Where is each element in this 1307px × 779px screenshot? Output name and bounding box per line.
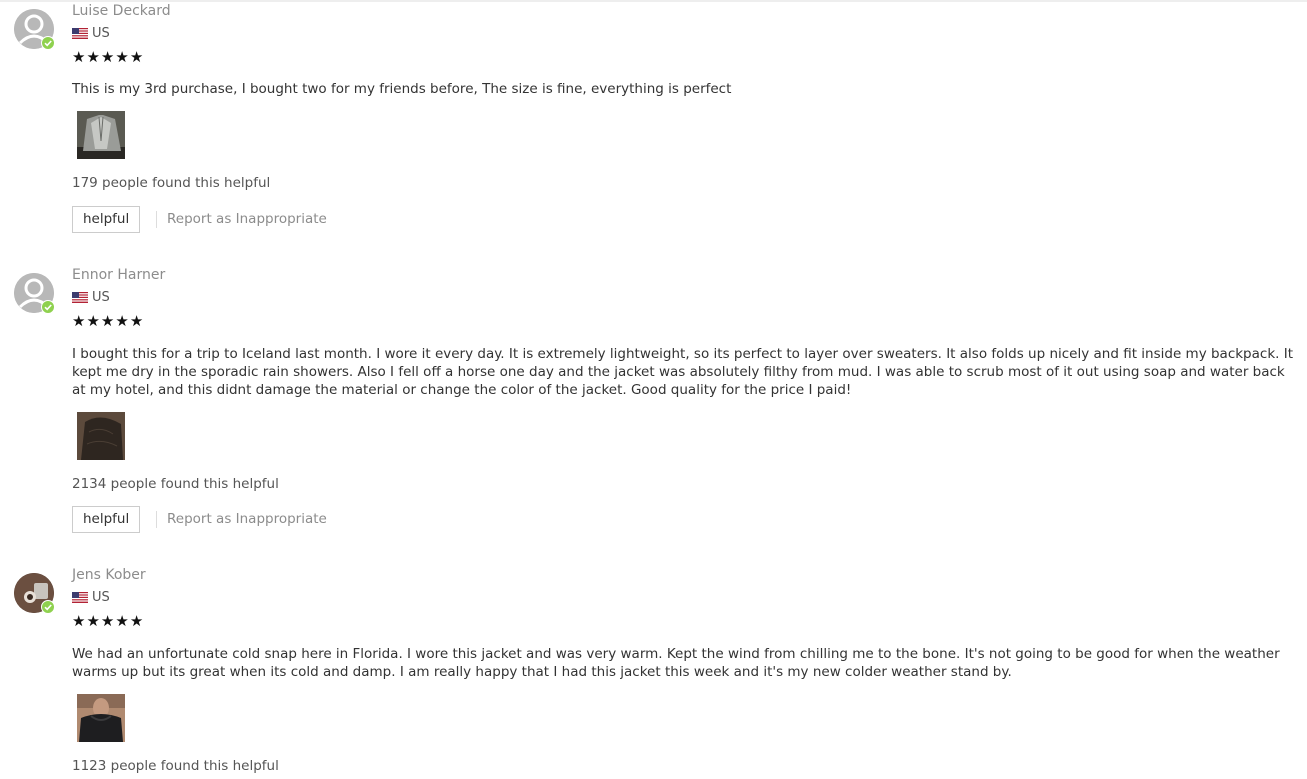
star-icon: ★ — [72, 48, 86, 66]
helpful-count: 179 people found this helpful — [72, 175, 271, 191]
helpful-count: 2134 people found this helpful — [72, 476, 279, 492]
review-photo[interactable] — [77, 694, 125, 742]
us-flag-icon — [72, 591, 88, 603]
report-link[interactable]: Report as Inappropriate — [167, 211, 327, 227]
country-label: US — [92, 25, 110, 41]
reviewer-name: Jens Kober — [72, 567, 146, 583]
verified-check-icon — [41, 600, 55, 614]
star-icon: ★ — [100, 612, 115, 630]
review-text: We had an unfortunate cold snap here in … — [72, 646, 1280, 680]
reviewer-country: US — [72, 289, 110, 305]
reviewer-name: Luise Deckard — [72, 3, 171, 19]
star-icon: ★ — [100, 48, 115, 66]
star-rating: ★ ★ ★ ★ ★ — [72, 313, 143, 329]
helpful-button[interactable]: helpful — [72, 506, 141, 533]
top-divider — [0, 0, 1307, 2]
star-icon: ★ — [115, 612, 129, 630]
star-icon: ★ — [86, 612, 100, 630]
review-text: This is my 3rd purchase, I bought two fo… — [72, 81, 732, 97]
star-rating: ★ ★ ★ ★ ★ — [72, 49, 143, 65]
star-icon: ★ — [115, 312, 129, 330]
country-label: US — [92, 289, 110, 305]
star-icon: ★ — [72, 612, 86, 630]
verified-check-icon — [41, 36, 55, 50]
reviewer-country: US — [72, 25, 110, 41]
star-icon: ★ — [115, 48, 129, 66]
helpful-count: 1123 people found this helpful — [72, 758, 279, 774]
star-icon: ★ — [72, 312, 86, 330]
review-photo[interactable] — [77, 111, 125, 159]
us-flag-icon — [72, 27, 88, 39]
divider — [156, 211, 157, 228]
helpful-button[interactable]: helpful — [72, 206, 141, 233]
divider — [156, 511, 157, 528]
star-icon: ★ — [129, 312, 144, 330]
reviewer-name: Ennor Harner — [72, 267, 166, 283]
country-label: US — [92, 589, 110, 605]
review-photo[interactable] — [77, 412, 125, 460]
review-text: I bought this for a trip to Iceland last… — [72, 346, 1293, 398]
star-icon: ★ — [129, 48, 144, 66]
star-icon: ★ — [100, 312, 115, 330]
star-icon: ★ — [86, 48, 100, 66]
star-icon: ★ — [86, 312, 100, 330]
star-icon: ★ — [129, 612, 144, 630]
report-link[interactable]: Report as Inappropriate — [167, 511, 327, 527]
reviewer-country: US — [72, 589, 110, 605]
verified-check-icon — [41, 300, 55, 314]
star-rating: ★ ★ ★ ★ ★ — [72, 613, 143, 629]
us-flag-icon — [72, 291, 88, 303]
